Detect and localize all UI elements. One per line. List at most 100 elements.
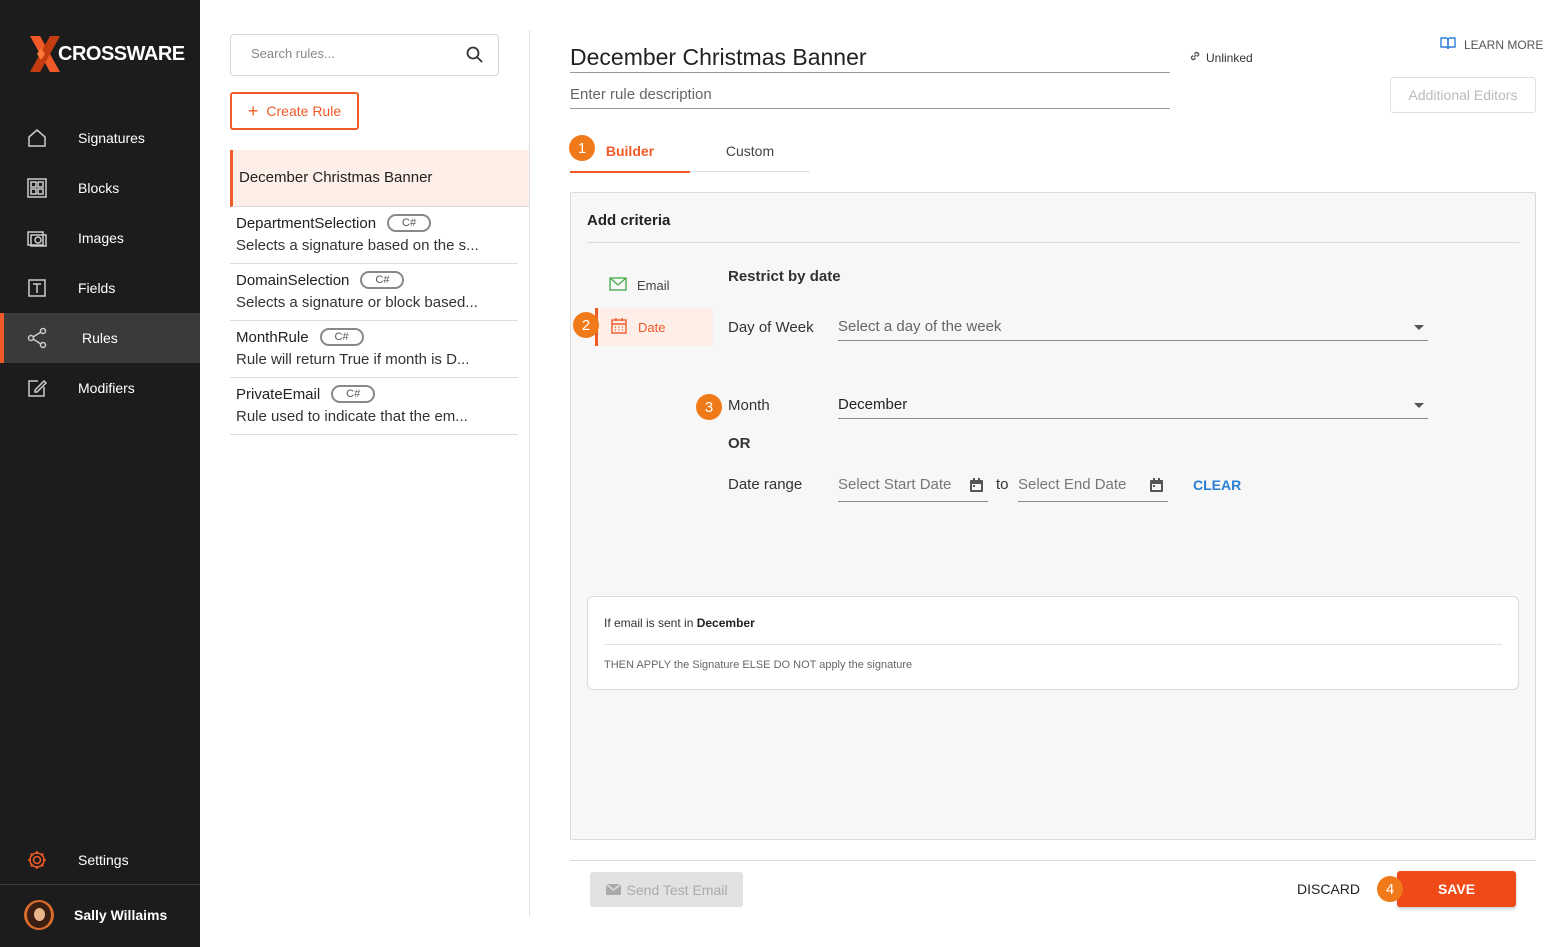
sidebar-item-label: Signatures (78, 130, 145, 146)
calendar-icon[interactable] (970, 478, 983, 497)
criteria-panel: Add criteria Email Date Restrict by date… (570, 192, 1536, 840)
summary-month: December (696, 616, 755, 630)
share-icon (26, 327, 48, 349)
brand-name: CROSSWARE (58, 42, 185, 65)
sidebar-item-modifiers[interactable]: Modifiers (0, 363, 200, 413)
chevron-down-icon (1414, 403, 1424, 408)
step-badge-4: 4 (1377, 876, 1403, 902)
rule-description: Selects a signature based on the s... (236, 237, 479, 254)
tab-label: Builder (605, 143, 655, 159)
avatar (24, 900, 54, 930)
user-profile[interactable]: Sally Willaims (24, 900, 167, 930)
crossware-logo[interactable]: CROSSWARE (28, 34, 185, 74)
rule-description: Rule used to indicate that the em... (236, 408, 468, 425)
day-of-week-select[interactable]: Select a day of the week (838, 313, 1428, 341)
date-placeholder: Select End Date (1018, 476, 1127, 493)
tab-label: Custom (725, 143, 775, 159)
rule-name: DomainSelection (236, 271, 350, 289)
fields-icon (26, 277, 48, 299)
criteria-title: Add criteria (587, 212, 671, 229)
sidebar-item-rules[interactable]: Rules (0, 313, 200, 363)
mail-icon (605, 882, 621, 898)
gear-icon (26, 849, 48, 871)
rule-description: Rule will return True if month is D... (236, 351, 470, 368)
date-placeholder: Select Start Date (838, 476, 952, 493)
csharp-badge: C# (331, 385, 376, 403)
summary-condition: If email is sent in December (604, 616, 755, 630)
restrict-title: Restrict by date (728, 268, 841, 285)
step-badge-1: 1 (569, 135, 595, 161)
sidebar-item-signatures[interactable]: Signatures (0, 113, 200, 163)
rule-title-field[interactable]: December Christmas Banner (570, 44, 1170, 73)
rule-description-field[interactable]: Enter rule description (570, 86, 1170, 109)
csharp-badge: C# (387, 214, 432, 232)
search-box[interactable] (230, 34, 499, 76)
divider (587, 242, 1519, 243)
unlinked-status[interactable]: Unlinked (1189, 50, 1253, 65)
list-item[interactable]: PrivateEmail C# Rule used to indicate th… (230, 378, 518, 435)
panel-divider (529, 30, 530, 916)
start-date-input[interactable]: Select Start Date (838, 474, 988, 502)
calendar-icon (610, 317, 628, 338)
send-test-label: Send Test Email (626, 881, 728, 898)
category-email[interactable]: Email (595, 266, 713, 304)
sidebar-item-label: Blocks (78, 180, 120, 196)
step-badge-3: 3 (696, 394, 722, 420)
discard-button[interactable]: DISCARD (1297, 881, 1360, 897)
save-button[interactable]: SAVE (1397, 871, 1516, 907)
mail-icon (609, 276, 627, 294)
images-icon (26, 227, 48, 249)
divider (0, 884, 200, 885)
learn-more-label: LEARN MORE (1464, 37, 1544, 52)
to-label: to (996, 476, 1009, 493)
send-test-email-button[interactable]: Send Test Email (590, 872, 743, 907)
summary-action: THEN APPLY the Signature ELSE DO NOT app… (604, 659, 913, 671)
category-label: Date (638, 319, 666, 335)
step-badge-2: 2 (573, 312, 599, 338)
end-date-input[interactable]: Select End Date (1018, 474, 1168, 502)
sidebar-item-label: Settings (78, 852, 129, 868)
category-label: Email (637, 277, 670, 293)
rule-name: PrivateEmail (236, 385, 321, 403)
rule-name: DepartmentSelection (236, 214, 377, 232)
select-value: Select a day of the week (838, 318, 1002, 335)
search-icon[interactable] (466, 46, 484, 69)
book-icon (1440, 36, 1456, 53)
csharp-badge: C# (360, 271, 405, 289)
crossware-x-icon (28, 34, 60, 74)
tab-bar: Builder Custom (570, 130, 810, 173)
divider (604, 644, 1502, 645)
chevron-down-icon (1414, 325, 1424, 330)
select-value: December (838, 396, 908, 413)
create-rule-button[interactable]: + Create Rule (230, 92, 359, 130)
rules-list: December Christmas Banner DepartmentSele… (230, 150, 529, 435)
clear-button[interactable]: CLEAR (1193, 477, 1241, 493)
rule-description: Selects a signature or block based... (236, 294, 478, 311)
list-item[interactable]: DepartmentSelection C# Selects a signatu… (230, 207, 518, 264)
search-input[interactable] (251, 46, 451, 61)
blocks-icon (26, 177, 48, 199)
rule-name: MonthRule (236, 328, 309, 346)
or-label: OR (728, 435, 751, 452)
sidebar-item-label: Modifiers (78, 380, 135, 396)
learn-more-link[interactable]: LEARN MORE (1440, 36, 1543, 53)
sidebar-item-settings[interactable]: Settings (0, 835, 200, 885)
date-range-label: Date range (728, 476, 803, 493)
sidebar-item-fields[interactable]: Fields (0, 263, 200, 313)
sidebar-item-images[interactable]: Images (0, 213, 200, 263)
calendar-icon[interactable] (1150, 478, 1163, 497)
sidebar-item-label: Rules (82, 330, 118, 346)
list-item[interactable]: MonthRule C# Rule will return True if mo… (230, 321, 518, 378)
rule-summary: If email is sent in December THEN APPLY … (587, 596, 1519, 690)
additional-editors-button[interactable]: Additional Editors (1390, 77, 1536, 113)
list-item[interactable]: DomainSelection C# Selects a signature o… (230, 264, 518, 321)
sidebar-item-label: Fields (78, 280, 116, 296)
csharp-badge: C# (319, 328, 364, 346)
list-item[interactable]: December Christmas Banner (230, 150, 529, 207)
category-date[interactable]: Date (595, 308, 713, 346)
sidebar-item-blocks[interactable]: Blocks (0, 163, 200, 213)
day-of-week-label: Day of Week (728, 319, 814, 336)
tab-custom[interactable]: Custom (690, 130, 810, 172)
month-select[interactable]: December (838, 391, 1428, 419)
user-name: Sally Willaims (74, 907, 168, 923)
